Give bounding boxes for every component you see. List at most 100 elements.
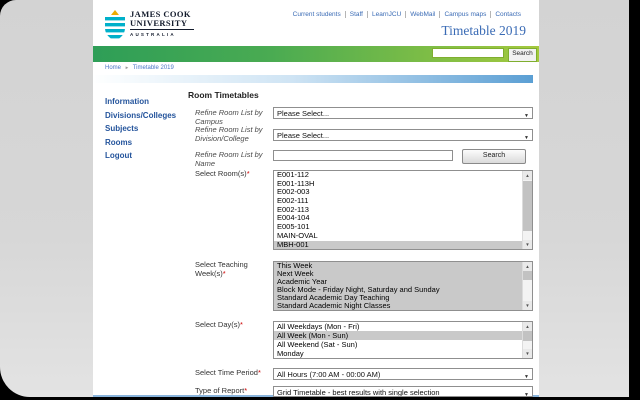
days-scrollbar[interactable]: ▲ ▼: [522, 322, 532, 358]
utility-nav-link[interactable]: WebMail: [405, 11, 435, 18]
utility-nav-link[interactable]: LearnJCU: [367, 11, 401, 18]
logo-text: JAMES COOK UNIVERSITY AUSTRALIA: [130, 10, 194, 37]
week-option[interactable]: Block Mode - Friday Night, Saturday and …: [274, 286, 522, 294]
breadcrumb: Home ► Timetable 2019: [105, 65, 174, 71]
room-option[interactable]: MBH-001: [274, 240, 522, 249]
rooms-listbox[interactable]: E001-112 E001-113H E002-003 E002-111 E002-11…: [273, 170, 533, 250]
required-mark: *: [244, 386, 248, 395]
site-search-input[interactable]: [432, 48, 504, 58]
rooms-label-text: Select Room(s): [195, 169, 247, 178]
time-period-label-text: Select Time Period: [195, 368, 258, 377]
chevron-down-icon: ▼: [524, 134, 529, 141]
room-name-input[interactable]: [273, 150, 453, 161]
sidebar-item[interactable]: Information: [105, 97, 185, 111]
sidebar-nav: Information Divisions/Colleges Subjects Roo…: [105, 97, 185, 165]
weeks-label: Select Teaching Week(s)*: [195, 260, 271, 278]
sidebar-item[interactable]: Divisions/Colleges: [105, 111, 185, 125]
chevron-down-icon: ▼: [524, 112, 529, 119]
scroll-thumb[interactable]: [523, 181, 532, 231]
breadcrumb-home[interactable]: Home: [105, 65, 121, 71]
chevron-down-icon: ▼: [524, 391, 529, 397]
rooms-scrollbar[interactable]: ▲ ▼: [522, 171, 532, 249]
weeks-label-text: Select Teaching Week(s): [195, 260, 248, 278]
utility-nav-link[interactable]: Staff: [344, 11, 363, 18]
week-option[interactable]: Next Week: [274, 270, 522, 278]
report-type-select-value: Grid Timetable - best results with singl…: [277, 388, 440, 397]
day-option[interactable]: All Weekdays (Mon - Fri): [274, 322, 522, 331]
scroll-down-icon[interactable]: ▼: [523, 349, 532, 358]
page-content: JAMES COOK UNIVERSITY AUSTRALIA Current …: [93, 0, 539, 397]
division-select-value: Please Select...: [277, 131, 330, 140]
days-options: All Weekdays (Mon - Fri) All Week (Mon - …: [274, 322, 522, 358]
sidebar-item[interactable]: Rooms: [105, 138, 185, 152]
week-option[interactable]: Standard Academic Night Classes: [274, 302, 522, 310]
time-period-select[interactable]: All Hours (7:00 AM - 00:00 AM) ▼: [273, 368, 533, 380]
utility-nav-link[interactable]: Contacts: [490, 11, 521, 18]
browser-viewport: JAMES COOK UNIVERSITY AUSTRALIA Current …: [0, 0, 629, 397]
rooms-options: E001-112 E001-113H E002-003 E002-111 E002-11…: [274, 171, 522, 249]
jcu-shield-icon: [105, 10, 125, 41]
division-select[interactable]: Please Select... ▼: [273, 129, 533, 141]
utility-nav-link[interactable]: Campus maps: [439, 11, 486, 18]
scroll-up-icon[interactable]: ▲: [523, 262, 532, 271]
scroll-up-icon[interactable]: ▲: [523, 171, 532, 180]
weeks-scrollbar[interactable]: ▲ ▼: [522, 262, 532, 310]
days-listbox[interactable]: All Weekdays (Mon - Fri) All Week (Mon - …: [273, 321, 533, 359]
form-heading: Room Timetables: [188, 90, 259, 100]
required-mark: *: [246, 169, 250, 178]
scroll-down-icon[interactable]: ▼: [523, 240, 532, 249]
rooms-label: Select Room(s)*: [195, 169, 271, 179]
week-option[interactable]: This Week: [274, 262, 522, 270]
weeks-listbox[interactable]: This Week Next Week Academic Year Block Mod…: [273, 261, 533, 311]
weeks-options: This Week Next Week Academic Year Block Mod…: [274, 262, 522, 310]
time-period-label: Select Time Period*: [195, 368, 271, 378]
breadcrumb-current[interactable]: Timetable 2019: [133, 65, 174, 71]
green-search-bar: Search: [93, 46, 539, 62]
room-option[interactable]: E001-113H: [274, 180, 522, 189]
room-option[interactable]: E001-112: [274, 171, 522, 180]
sidebar-item[interactable]: Subjects: [105, 124, 185, 138]
day-option[interactable]: All Weekend (Sat - Sun): [274, 340, 522, 349]
room-option[interactable]: E002-003: [274, 188, 522, 197]
logo-line3: AUSTRALIA: [130, 31, 176, 37]
room-option[interactable]: E002-111: [274, 197, 522, 206]
report-type-select[interactable]: Grid Timetable - best results with singl…: [273, 386, 533, 397]
required-mark: *: [240, 320, 243, 329]
jcu-logo[interactable]: JAMES COOK UNIVERSITY AUSTRALIA: [105, 10, 194, 41]
room-option[interactable]: E002-113: [274, 206, 522, 215]
required-mark: *: [222, 268, 226, 278]
room-option[interactable]: E004-104: [274, 214, 522, 223]
campus-label: Refine Room List by Campus: [195, 108, 263, 126]
page-title: Timetable 2019: [441, 23, 526, 38]
report-type-label-text: Type of Report: [195, 386, 245, 395]
section-divider-bar: [93, 75, 533, 83]
room-name-search-button[interactable]: Search: [462, 149, 526, 164]
report-type-label: Type of Report*: [195, 386, 271, 396]
breadcrumb-separator-icon: ►: [124, 65, 130, 70]
chevron-down-icon: ▼: [524, 373, 529, 380]
logo-line2: UNIVERSITY: [130, 18, 188, 28]
scroll-thumb[interactable]: [523, 331, 532, 341]
days-label: Select Day(s)*: [195, 320, 271, 330]
time-period-select-value: All Hours (7:00 AM - 00:00 AM): [277, 370, 381, 379]
day-option[interactable]: All Week (Mon - Sun): [274, 331, 522, 340]
logo-rule: [130, 29, 194, 30]
scroll-down-icon[interactable]: ▼: [523, 301, 532, 310]
room-option[interactable]: E005-101: [274, 223, 522, 232]
utility-nav: Current students Staff LearnJCU WebMail Camp…: [293, 11, 521, 18]
required-mark: *: [257, 368, 261, 377]
scroll-thumb[interactable]: [523, 271, 532, 280]
day-option[interactable]: Monday: [274, 349, 522, 358]
week-option[interactable]: Academic Year: [274, 278, 522, 286]
room-option[interactable]: MAIN-OVAL: [274, 232, 522, 241]
division-label: Refine Room List by Division/College: [195, 125, 263, 143]
site-search-button[interactable]: Search: [508, 47, 537, 62]
days-label-text: Select Day(s): [195, 320, 241, 329]
week-option[interactable]: Standard Academic Day Teaching: [274, 294, 522, 302]
campus-select-value: Please Select...: [277, 109, 330, 118]
sidebar-item[interactable]: Logout: [105, 151, 185, 165]
campus-select[interactable]: Please Select... ▼: [273, 107, 533, 119]
name-filter-label: Refine Room List by Name: [195, 150, 263, 168]
utility-nav-link[interactable]: Current students: [293, 11, 341, 18]
scroll-up-icon[interactable]: ▲: [523, 322, 532, 331]
